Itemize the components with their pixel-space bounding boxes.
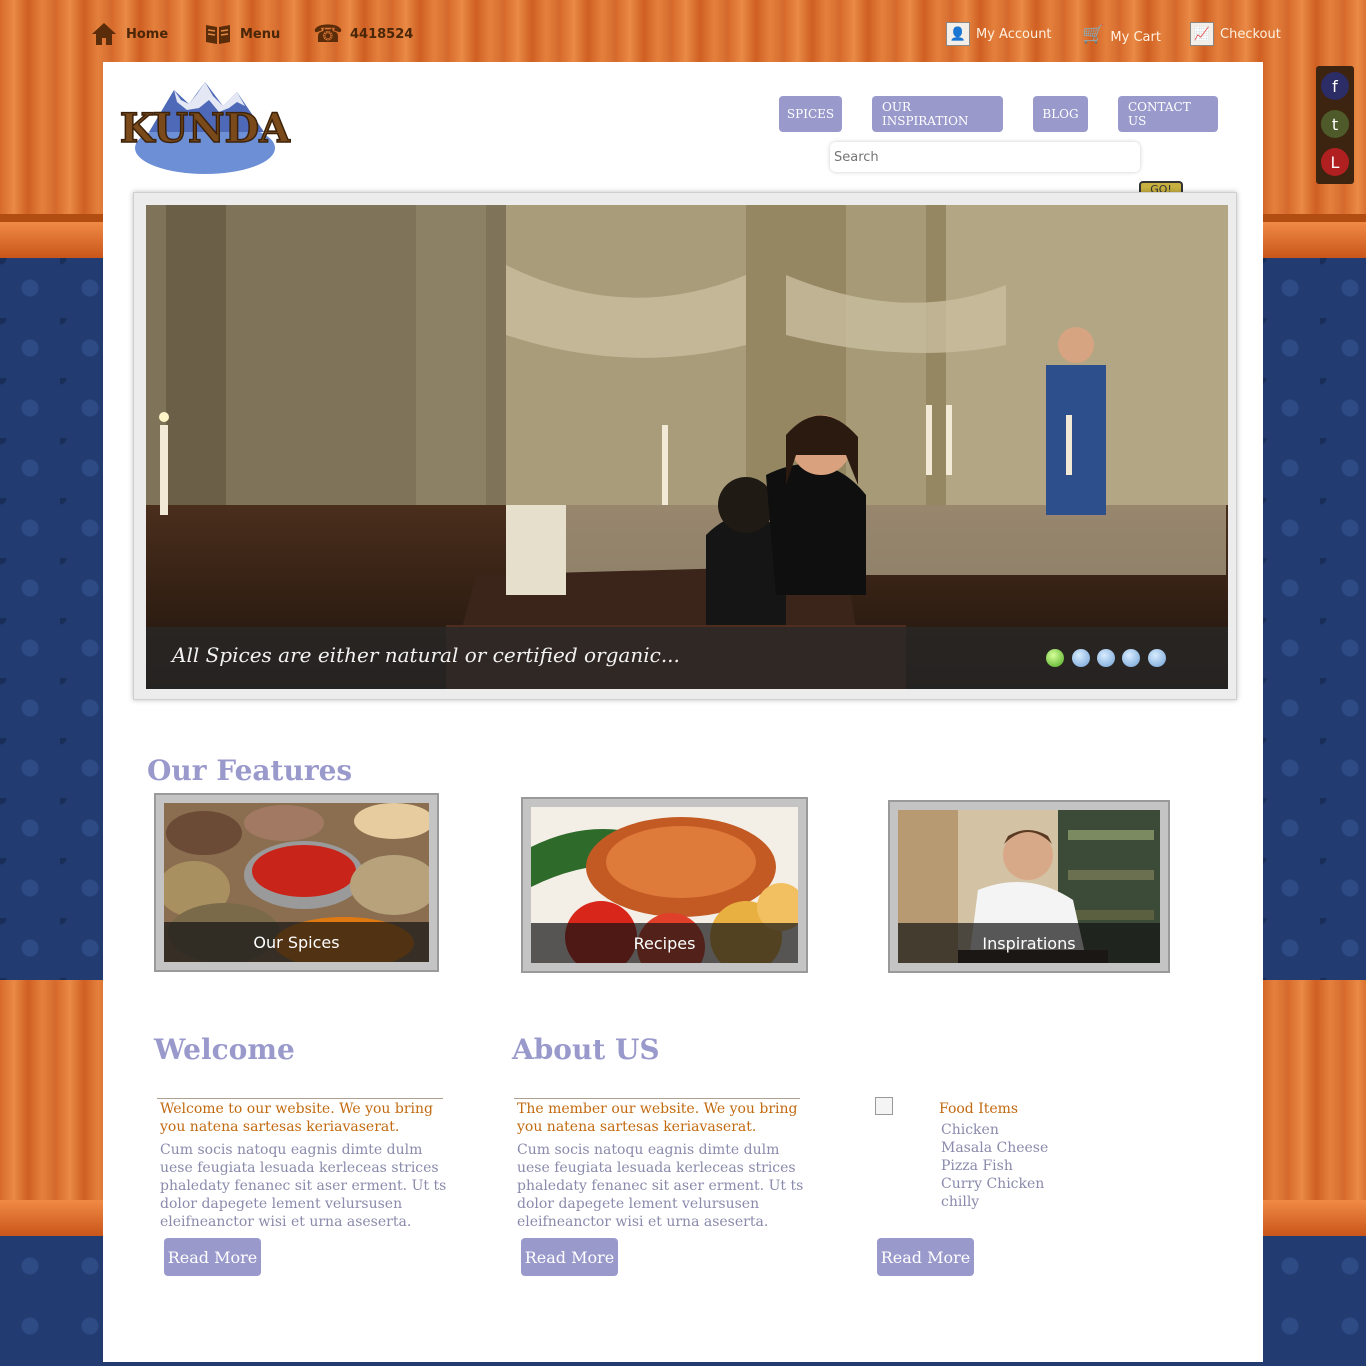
slider-dot-1[interactable] [1046,649,1064,667]
phone-icon: ☎ [313,20,343,48]
topbar-menu-label: Menu [240,26,281,42]
nav-our-inspiration[interactable]: OUR INSPIRATION [872,96,1003,132]
my-account-link[interactable]: 👤 My Account [946,16,1052,52]
welcome-divider [157,1098,443,1099]
broken-image-icon [875,1097,893,1115]
feature-spices-image: Our Spices [164,803,429,962]
nav-spices[interactable]: SPICES [779,96,842,132]
welcome-read-more-button[interactable]: Read More [164,1238,261,1276]
main-container: KUNDA SPICES OUR INSPIRATION BLOG CONTAC… [103,62,1263,1362]
about-title: About US [512,1033,660,1066]
slide-caption-bar: All Spices are either natural or certifi… [146,627,1228,689]
hero-slide-image: All Spices are either natural or certifi… [146,205,1228,689]
facebook-icon[interactable]: f [1321,72,1349,100]
slider-dot-2[interactable] [1072,649,1090,667]
nav-contact-us[interactable]: CONTACT US [1118,96,1218,132]
feature-inspirations-label: Inspirations [898,923,1160,963]
about-lead: The member our website. We you bring you… [517,1101,798,1135]
about-body: Cum socis natoqu eagnis dimte dulm uese … [517,1142,804,1230]
feature-spices-label: Our Spices [164,922,429,962]
food-item[interactable]: Pizza Fish [941,1157,1048,1175]
topbar-phone-link[interactable]: ☎ 4418524 [313,16,414,52]
feature-recipes-image: Recipes [531,807,798,963]
slider-dot-4[interactable] [1122,649,1140,667]
feature-inspirations-image: Inspirations [898,810,1160,963]
svg-text:KUNDA: KUNDA [120,105,291,152]
feature-our-spices[interactable]: Our Spices [154,793,439,972]
welcome-body: Cum socis natoqu eagnis dimte dulm uese … [160,1142,447,1230]
feature-recipes[interactable]: Recipes [521,797,808,973]
chart-icon: 📈 [1190,22,1214,46]
social-links: f t L [1316,66,1354,184]
food-items-title: Food Items [939,1101,1019,1117]
home-icon [90,20,118,48]
my-account-label: My Account [976,26,1052,42]
food-read-more-button[interactable]: Read More [877,1238,974,1276]
hero-slider: All Spices are either natural or certifi… [133,192,1237,700]
about-read-more-button[interactable]: Read More [521,1238,618,1276]
twitter-icon[interactable]: t [1321,110,1349,138]
search-input[interactable] [830,142,1140,172]
book-icon [204,20,232,48]
food-item[interactable]: chilly [941,1193,1048,1211]
cart-icon: 🛒 [1082,23,1105,45]
slide-caption: All Spices are either natural or certifi… [172,643,680,667]
welcome-title: Welcome [154,1033,295,1066]
slider-dot-3[interactable] [1097,649,1115,667]
food-item[interactable]: Curry Chicken [941,1175,1048,1193]
topbar-menu-link[interactable]: Menu [204,16,280,52]
my-cart-link[interactable]: 🛒 My Cart [1082,16,1161,52]
linkedin-icon[interactable]: L [1321,148,1349,176]
about-divider [514,1098,800,1099]
features-title: Our Features [147,754,353,787]
food-item[interactable]: Chicken [941,1121,1048,1139]
checkout-label: Checkout [1220,26,1281,42]
my-cart-label: My Cart [1110,29,1161,45]
checkout-link[interactable]: 📈 Checkout [1190,16,1281,52]
welcome-lead: Welcome to our website. We you bring you… [160,1101,433,1135]
slider-dot-5[interactable] [1148,649,1166,667]
feature-inspirations[interactable]: Inspirations [888,800,1170,973]
topbar-home-link[interactable]: Home [90,16,168,52]
topbar-phone-label: 4418524 [350,26,414,42]
feature-recipes-label: Recipes [531,923,798,963]
user-icon: 👤 [946,22,970,46]
kunda-logo[interactable]: KUNDA [119,76,292,176]
nav-blog[interactable]: BLOG [1033,96,1088,132]
topbar-home-label: Home [126,26,169,42]
food-item[interactable]: Masala Cheese [941,1139,1048,1157]
food-items-list: Chicken Masala Cheese Pizza Fish Curry C… [941,1121,1048,1211]
